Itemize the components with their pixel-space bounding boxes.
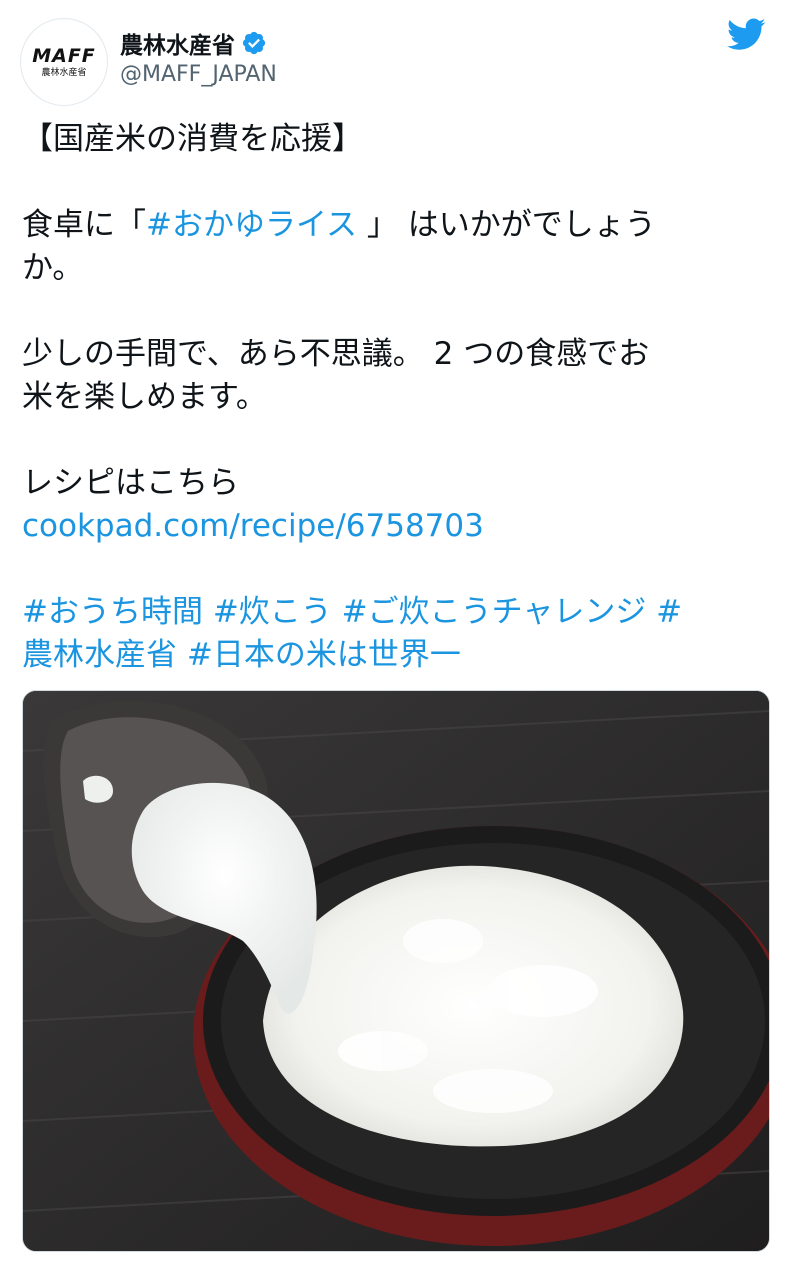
tweet-text: 【国産米の消費を応援】 食卓に「#おかゆライス 」 はいかがでしょう か。 少し… [22, 118, 772, 677]
tweet-text-line: レシピはこちら [22, 465, 239, 501]
hashtags-line[interactable]: 農林水産省 #日本の米は世界一 [22, 634, 772, 677]
tweet-text-line: か。 [22, 250, 84, 286]
tweet-text-line: 米を楽しめます。 [22, 379, 267, 415]
author-handle[interactable]: @MAFF_JAPAN [120, 62, 277, 87]
text-segment: 」 はいかがでしょう [366, 207, 656, 243]
avatar[interactable]: MAFF 農林水産省 [20, 18, 108, 106]
hashtags-line[interactable]: #おうち時間 #炊こう #ご炊こうチャレンジ # [22, 591, 772, 634]
author-display-name[interactable]: 農林水産省 [120, 26, 235, 60]
rice-bowl-photo-illustration [23, 691, 769, 1251]
avatar-logo-subtext: 農林水産省 [41, 67, 87, 78]
verified-badge-icon [242, 31, 266, 55]
tweet-text-heading: 【国産米の消費を応援】 [22, 121, 363, 157]
author-name-row[interactable]: 農林水産省 [120, 26, 267, 60]
tweet-card: MAFF 農林水産省 農林水産省 @MAFF_JAPAN 【国産米の消費を応援】… [0, 0, 788, 1266]
text-segment: 食卓に「 [22, 207, 146, 243]
recipe-link[interactable]: cookpad.com/recipe/6758703 [22, 505, 772, 548]
tweet-photo[interactable] [22, 690, 770, 1252]
avatar-logo-text: MAFF [32, 44, 96, 67]
tweet-text-line: 少しの手間で、あら不思議。 2 つの食感でお [22, 336, 650, 372]
tweet-text-line: 食卓に「#おかゆライス 」 はいかがでしょう [22, 204, 772, 247]
twitter-bird-icon[interactable] [724, 14, 768, 54]
hashtag-link[interactable]: #おかゆライス [146, 207, 357, 243]
